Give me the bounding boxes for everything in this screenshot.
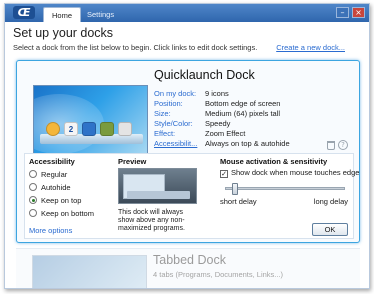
property-row: On my dock: 9 icons: [154, 89, 290, 99]
property-row: Size: Medium (64) pixels tall: [154, 109, 290, 119]
checkbox-label: Show dock when mouse touches edge: [231, 168, 360, 177]
page-subtitle: Select a dock from the list below to beg…: [13, 43, 258, 52]
preview-dock-icon: [100, 122, 114, 136]
radio-label: Keep on bottom: [41, 209, 94, 218]
preview-description: This dock will always show above any non…: [118, 209, 185, 232]
app-logo-icon[interactable]: Œ: [13, 6, 35, 19]
page-title: Set up your docks: [13, 26, 114, 40]
dock-panel-tabbed[interactable]: Tabbed Dock 4 tabs (Programs, Documents,…: [16, 248, 360, 288]
show-on-edge-checkbox[interactable]: ✓: [220, 170, 228, 178]
close-button[interactable]: ×: [352, 7, 365, 18]
preview-dock-icon: [118, 122, 132, 136]
property-row: Position: Bottom edge of screen: [154, 99, 290, 109]
radio-regular[interactable]: Regular: [29, 170, 67, 180]
titlebar: Œ Home Settings – ×: [5, 4, 369, 22]
tab-home[interactable]: Home: [43, 7, 82, 22]
mouse-settings-title: Mouse activation & sensitivity: [220, 157, 328, 166]
calendar-icon: 2: [64, 122, 78, 136]
dock-title: Tabbed Dock: [153, 253, 226, 267]
trash-icon[interactable]: [327, 141, 335, 150]
radio-button[interactable]: [29, 196, 37, 204]
property-value: Zoom Effect: [205, 129, 246, 138]
radio-button[interactable]: [29, 209, 37, 217]
property-label-effect[interactable]: Effect:: [154, 129, 205, 139]
preview-dock-icon: [46, 122, 60, 136]
property-value: Medium (64) pixels tall: [205, 109, 281, 118]
tab-settings[interactable]: Settings: [79, 7, 122, 22]
help-icon[interactable]: ?: [338, 140, 348, 150]
radio-label: Regular: [41, 170, 68, 179]
preview-thumbnail: [118, 168, 197, 204]
radio-button[interactable]: [29, 170, 37, 178]
dock-panel-quicklaunch[interactable]: 2 Quicklaunch Dock On my dock: 9 icons Po…: [16, 60, 360, 243]
dock-description: 4 tabs (Programs, Documents, Links...): [153, 270, 284, 279]
property-label-style-color[interactable]: Style/Color:: [154, 119, 205, 129]
property-row: Accessibilit... Always on top & autohide: [154, 139, 290, 149]
ok-button[interactable]: OK: [312, 223, 348, 236]
radio-label: Autohide: [41, 183, 71, 192]
property-row: Effect: Zoom Effect: [154, 129, 290, 139]
property-value: Speedy: [205, 119, 231, 128]
radio-autohide[interactable]: Autohide: [29, 183, 71, 193]
property-value: Always on top & autohide: [205, 139, 290, 148]
dock-settings-area: Accessibility Regular Autohide Keep on t…: [24, 153, 359, 239]
dock-title: Quicklaunch Dock: [154, 68, 255, 82]
slider-min-label: short delay: [220, 197, 257, 206]
create-dock-link[interactable]: Create a new dock...: [276, 43, 345, 52]
dock-preview-image[interactable]: 2: [33, 85, 148, 155]
dock-properties: On my dock: 9 icons Position: Bottom edge …: [154, 89, 290, 149]
accessibility-title: Accessibility: [29, 157, 75, 166]
radio-button[interactable]: [29, 183, 37, 191]
property-value: Bottom edge of screen: [205, 99, 281, 108]
preview-dock-icon: [82, 122, 96, 136]
radio-keep-on-bottom[interactable]: Keep on bottom: [29, 209, 94, 219]
property-label-on-my-dock[interactable]: On my dock:: [154, 89, 205, 99]
more-options-link[interactable]: More options: [29, 226, 72, 235]
property-label-accessibility[interactable]: Accessibilit...: [154, 139, 205, 149]
preview-title: Preview: [118, 157, 147, 166]
property-label-size[interactable]: Size:: [154, 109, 205, 119]
delay-slider[interactable]: [225, 183, 345, 195]
radio-keep-on-top[interactable]: Keep on top: [29, 196, 81, 206]
preview-dock: [127, 191, 190, 199]
property-row: Style/Color: Speedy: [154, 119, 290, 129]
property-value: 9 icons: [205, 89, 229, 98]
app-window: Œ Home Settings – × Set up your docks Se…: [4, 3, 370, 289]
property-label-position[interactable]: Position:: [154, 99, 205, 109]
dock-preview-image[interactable]: [32, 255, 147, 288]
slider-thumb[interactable]: [232, 183, 238, 195]
show-on-edge-option[interactable]: ✓ Show dock when mouse touches edge: [220, 168, 359, 178]
minimize-button[interactable]: –: [336, 7, 349, 18]
slider-max-label: long delay: [313, 197, 348, 206]
radio-label: Keep on top: [41, 196, 82, 205]
